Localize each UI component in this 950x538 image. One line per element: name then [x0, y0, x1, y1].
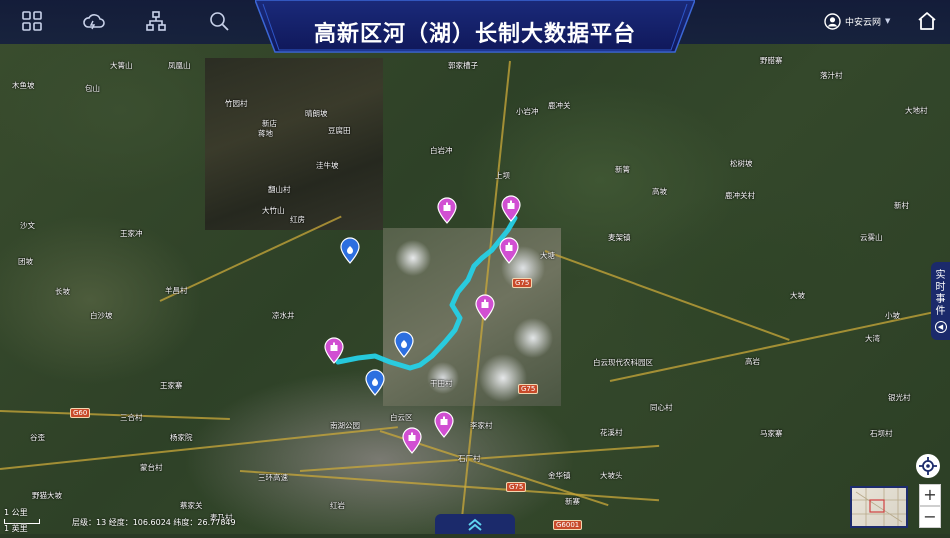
bottom-panel-toggle[interactable]	[435, 514, 515, 534]
user-name: 中安云网	[845, 17, 882, 28]
scale-bar: 1 公里 1 英里	[4, 508, 40, 534]
double-chevron-up-icon	[468, 518, 482, 531]
water-facility-pin-icon[interactable]	[393, 330, 415, 358]
monitoring-station-pin-icon[interactable]	[436, 196, 458, 224]
user-avatar-icon	[824, 12, 841, 30]
water-facility-pin-icon[interactable]	[364, 368, 386, 396]
chevron-left-icon: ◀	[934, 321, 947, 333]
monitoring-station-pin-icon[interactable]	[433, 410, 455, 438]
search-icon[interactable]	[208, 10, 230, 32]
realtime-events-label: 实时事件	[935, 270, 946, 317]
locate-icon[interactable]	[916, 454, 940, 478]
scale-imperial-label: 1 英里	[4, 524, 28, 533]
overview-minimap[interactable]	[850, 486, 908, 528]
river-route-overlay[interactable]	[0, 0, 950, 534]
user-menu[interactable]: 中安云网 ▼	[824, 12, 890, 30]
weather-cloud-icon[interactable]	[82, 10, 105, 32]
realtime-events-tab[interactable]: 实时事件 ◀	[931, 262, 950, 340]
scale-metric-label: 1 公里	[4, 508, 28, 517]
water-facility-pin-icon[interactable]	[339, 236, 361, 264]
monitoring-station-pin-icon[interactable]	[498, 236, 520, 264]
map-status-readout: 层级：13 经度：106.6024 纬度：26.77849	[72, 518, 236, 527]
satellite-map[interactable]: 木鱼坡 包山 大箐山 凤凰山 郭家槽子 野腊寨 落汁村 竹园村 晴朗坡 豆腐田 新店 蒋地 洼牛坡 翻山村…	[0, 0, 950, 534]
top-bar: 高新区河（湖）长制大数据平台 中安云网 ▼	[0, 0, 950, 56]
home-icon[interactable]	[916, 10, 938, 32]
monitoring-station-pin-icon[interactable]	[401, 426, 423, 454]
chevron-down-icon: ▼	[885, 17, 891, 25]
monitoring-station-pin-icon[interactable]	[474, 293, 496, 321]
page-title: 高新区河（湖）长制大数据平台	[313, 22, 636, 47]
zoom-out-button[interactable]: −	[919, 506, 941, 528]
zoom-in-button[interactable]: +	[919, 484, 941, 506]
monitoring-station-pin-icon[interactable]	[500, 194, 522, 222]
dashboard-grid-icon[interactable]	[21, 10, 43, 32]
monitoring-station-pin-icon[interactable]	[323, 336, 345, 364]
org-structure-icon[interactable]	[145, 10, 167, 32]
